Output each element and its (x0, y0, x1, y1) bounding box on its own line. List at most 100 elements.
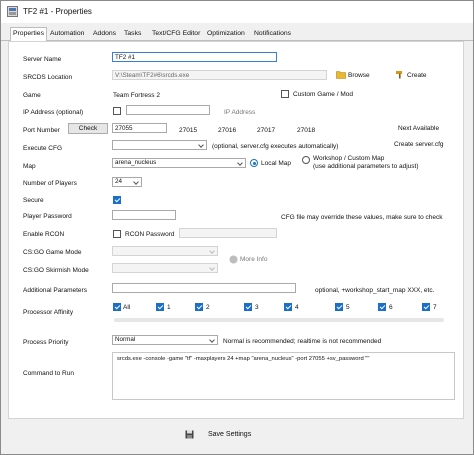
affinity-core-label: 5 (346, 304, 350, 311)
server-name-input[interactable]: TF2 #1 (112, 52, 277, 62)
chevron-down-icon (209, 265, 215, 271)
additional-parameters-input[interactable] (112, 283, 296, 293)
tab-notifications[interactable]: Notifications (252, 28, 293, 39)
title-bar[interactable]: TF2 #1 - Properties (1, 1, 473, 23)
info-icon[interactable] (229, 255, 238, 264)
process-priority-label: Process Priority (23, 339, 69, 346)
chevron-down-icon (237, 160, 243, 166)
affinity-core-label: 3 (255, 304, 259, 311)
tab-tasks[interactable]: Tasks (122, 28, 143, 39)
affinity-core-label: 1 (167, 304, 171, 311)
affinity-core-checkbox[interactable] (195, 303, 203, 311)
csgo-skirmish-mode-select[interactable] (112, 263, 218, 273)
browse-button[interactable]: Browse (348, 72, 370, 79)
check-port-button[interactable]: Check (68, 123, 108, 134)
execute-cfg-select[interactable] (112, 140, 207, 150)
affinity-all-checkbox[interactable] (113, 303, 121, 311)
ip-address-label: IP Address (optional) (23, 109, 84, 116)
csgo-skirmish-mode-label: CS:GO Skirmish Mode (23, 267, 89, 274)
workshop-map-radio[interactable] (302, 156, 310, 164)
port-option[interactable]: 27015 (179, 127, 197, 134)
affinity-core-label: All (123, 304, 131, 311)
secure-checkbox[interactable] (113, 196, 121, 204)
command-to-run-label: Command to Run (23, 370, 74, 377)
affinity-core-checkbox[interactable] (244, 303, 252, 311)
affinity-core-checkbox[interactable] (422, 303, 430, 311)
affinity-core-label: 7 (433, 304, 437, 311)
process-priority-select[interactable]: Normal (112, 335, 218, 345)
properties-panel: Server Name TF2 #1 SRCDS Location V:\Ste… (8, 41, 464, 419)
map-label: Map (23, 163, 36, 170)
affinity-core-checkbox[interactable] (378, 303, 386, 311)
save-settings-button[interactable]: Save Settings (208, 431, 251, 438)
properties-window: TF2 #1 - Properties Properties Automatio… (0, 0, 474, 455)
enable-rcon-checkbox[interactable] (113, 230, 121, 238)
custom-game-checkbox[interactable] (281, 90, 289, 98)
number-of-players-select[interactable]: 24 (112, 177, 142, 187)
affinity-core-checkbox[interactable] (335, 303, 343, 311)
number-of-players-value: 24 (115, 178, 123, 185)
tab-text-cfg-editor[interactable]: Text/CFG Editor (150, 28, 202, 39)
window-title: TF2 #1 - Properties (23, 7, 92, 16)
next-available-button[interactable]: Next Available (398, 125, 439, 132)
hammer-icon[interactable] (395, 70, 405, 79)
processor-affinity-label: Processor Affinity (23, 309, 74, 316)
player-password-input[interactable] (112, 210, 176, 220)
port-number-input[interactable]: 27055 (112, 123, 167, 133)
game-label: Game (23, 92, 41, 99)
chevron-down-icon (133, 179, 139, 185)
csgo-game-mode-select[interactable] (112, 246, 218, 256)
rcon-password-label: RCON Password (125, 231, 175, 238)
tab-strip: Properties Automation Addons Tasks Text/… (1, 27, 473, 41)
port-option[interactable]: 27017 (257, 127, 275, 134)
local-map-label: Local Map (261, 160, 291, 167)
enable-rcon-label: Enable RCON (23, 231, 65, 238)
process-priority-value: Normal (115, 336, 136, 343)
port-option[interactable]: 27016 (218, 127, 236, 134)
affinity-core-label: 4 (295, 304, 299, 311)
command-to-run-textarea[interactable]: srcds.exe -console -game "tf" -maxplayer… (112, 352, 455, 400)
affinity-core-checkbox[interactable] (284, 303, 292, 311)
additional-parameters-label: Additional Parameters (23, 287, 87, 294)
create-button[interactable]: Create (407, 72, 427, 79)
save-icon[interactable] (185, 430, 194, 439)
execute-cfg-label: Execute CFG (23, 145, 63, 152)
process-priority-note: Normal is recommended; realtime is not r… (223, 338, 382, 345)
ip-address-hint: IP Address (224, 109, 256, 116)
cfg-override-note: CFG file may override these values, make… (281, 214, 443, 221)
tab-automation[interactable]: Automation (48, 28, 86, 39)
chevron-down-icon (209, 337, 215, 343)
player-password-label: Player Password (23, 213, 72, 220)
rcon-password-input[interactable] (179, 228, 277, 238)
affinity-core-label: 2 (206, 304, 210, 311)
port-number-label: Port Number (23, 127, 60, 134)
server-name-label: Server Name (23, 56, 62, 63)
port-option[interactable]: 27018 (297, 127, 315, 134)
app-icon (7, 6, 18, 17)
tab-properties[interactable]: Properties (10, 27, 47, 41)
chevron-down-icon (198, 142, 204, 148)
game-value: Team Fortress 2 (113, 92, 160, 99)
custom-game-label: Custom Game / Mod (293, 91, 353, 98)
additional-parameters-hint: optional, +workshop_start_map XXX, etc. (315, 287, 435, 294)
more-info-link[interactable]: More Info (240, 256, 267, 263)
csgo-game-mode-label: CS:GO Game Mode (23, 249, 82, 256)
srcds-location-input[interactable]: V:\Steam\TF2#6\srcds.exe (112, 70, 327, 80)
affinity-core-checkbox[interactable] (156, 303, 164, 311)
srcds-location-label: SRCDS Location (23, 74, 73, 81)
map-select[interactable]: arena_nucleus (112, 158, 246, 168)
ip-address-checkbox[interactable] (113, 107, 121, 115)
affinity-core-label: 6 (389, 304, 393, 311)
folder-icon[interactable] (336, 70, 346, 79)
local-map-radio[interactable] (250, 159, 258, 167)
affinity-scrollbar[interactable] (114, 318, 444, 322)
execute-cfg-hint: (optional, server.cfg executes automatic… (212, 143, 339, 150)
tab-optimization[interactable]: Optimization (205, 28, 247, 39)
chevron-down-icon (209, 248, 215, 254)
number-of-players-label: Number of Players (23, 180, 77, 187)
ip-address-input[interactable] (126, 105, 210, 115)
workshop-map-hint: (use additional parameters to adjust) (313, 163, 419, 170)
map-value: arena_nucleus (115, 159, 157, 166)
tab-addons[interactable]: Addons (91, 28, 118, 39)
create-server-cfg-button[interactable]: Create server.cfg (394, 141, 444, 148)
